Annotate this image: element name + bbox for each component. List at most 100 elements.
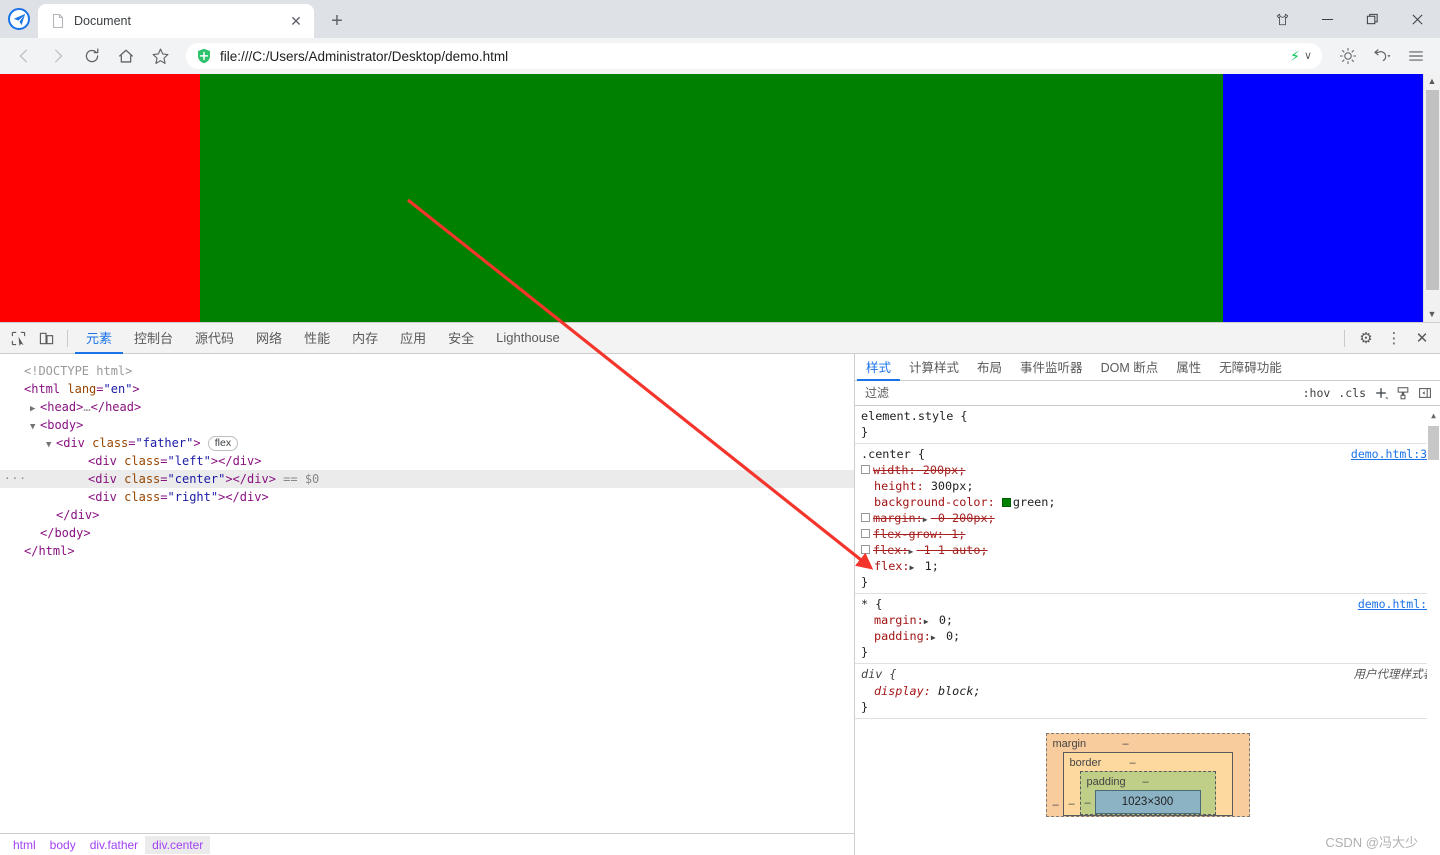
styles-scroll-thumb[interactable]: [1428, 426, 1439, 460]
css-selector[interactable]: * {: [861, 596, 882, 612]
css-selector[interactable]: div {: [861, 666, 897, 682]
devtools-tab-console[interactable]: 控制台: [123, 323, 184, 354]
css-declaration[interactable]: height: 300px;: [855, 478, 1440, 494]
bookmark-button[interactable]: [144, 41, 176, 71]
new-style-rule-button[interactable]: [1370, 382, 1392, 404]
declaration-value[interactable]: 200px;: [923, 463, 966, 477]
address-bar[interactable]: file:///C:/Users/Administrator/Desktop/d…: [186, 43, 1322, 69]
declaration-property[interactable]: flex-grow:: [873, 527, 944, 541]
devtools-tab-memory[interactable]: 内存: [341, 323, 389, 354]
css-declaration[interactable]: margin: ▶ 0;: [855, 612, 1440, 628]
styles-scrollbar[interactable]: ▲: [1427, 406, 1440, 855]
dom-node-badge-dots[interactable]: ···: [4, 470, 27, 488]
declaration-property[interactable]: flex:: [874, 559, 910, 573]
dom-node-line[interactable]: <div class="left"></div>: [0, 452, 854, 470]
declaration-property[interactable]: padding:: [874, 629, 931, 643]
breadcrumb-item[interactable]: div.center: [145, 835, 211, 854]
declaration-property[interactable]: height:: [874, 479, 924, 493]
styles-tab-properties[interactable]: 属性: [1167, 354, 1210, 381]
declaration-checkbox[interactable]: [861, 529, 870, 538]
element-classes-button[interactable]: [1392, 382, 1414, 404]
styles-filter-input[interactable]: [859, 382, 1295, 404]
minimize-button[interactable]: [1305, 3, 1350, 35]
devtools-tab-sources[interactable]: 源代码: [184, 323, 245, 354]
styles-tab-computed[interactable]: 计算样式: [900, 354, 968, 381]
declaration-value[interactable]: block;: [938, 684, 981, 698]
css-rules-list[interactable]: element.style {} .center {demo.html:33 wid…: [855, 406, 1440, 855]
breadcrumb-item[interactable]: body: [43, 836, 83, 854]
devtools-tab-application[interactable]: 应用: [389, 323, 437, 354]
dom-node-line[interactable]: </div>: [0, 506, 854, 524]
hov-toggle[interactable]: :hov: [1299, 386, 1335, 400]
declaration-property[interactable]: display:: [874, 684, 931, 698]
more-options-icon[interactable]: ⋮: [1380, 325, 1408, 351]
devtools-tab-elements[interactable]: 元素: [75, 323, 124, 354]
box-model-margin[interactable]: margin – – border – – padding – –1023×300: [1045, 733, 1250, 817]
styles-tab-event-listeners[interactable]: 事件监听器: [1011, 354, 1092, 381]
undo-history-button[interactable]: [1366, 41, 1398, 71]
declaration-checkbox[interactable]: [861, 513, 870, 522]
cls-toggle[interactable]: .cls: [1334, 386, 1370, 400]
styles-scroll-up[interactable]: ▲: [1427, 406, 1440, 426]
devtools-tab-performance[interactable]: 性能: [293, 323, 341, 354]
declaration-value[interactable]: 0;: [939, 613, 953, 627]
css-declaration[interactable]: background-color: green;: [855, 494, 1440, 510]
css-declaration[interactable]: flex: ▶ 1;: [855, 558, 1440, 574]
css-declaration[interactable]: width: 200px;: [855, 462, 1440, 478]
declaration-expand-icon[interactable]: ▶: [931, 630, 939, 646]
declaration-value[interactable]: 1 1 auto;: [924, 543, 988, 557]
inspect-element-icon[interactable]: [4, 325, 32, 351]
scrollbar-thumb[interactable]: [1425, 90, 1439, 290]
theme-shirt-icon[interactable]: [1260, 3, 1305, 35]
declaration-value[interactable]: 1;: [925, 559, 939, 573]
chevron-down-icon[interactable]: ∨: [1304, 50, 1312, 62]
dom-node-line[interactable]: </body>: [0, 524, 854, 542]
dom-node-line[interactable]: ▶ <head>…</head>: [0, 398, 854, 416]
box-model-content[interactable]: 1023×300: [1094, 790, 1201, 814]
declaration-property[interactable]: background-color:: [874, 495, 995, 509]
close-devtools-icon[interactable]: ✕: [1408, 325, 1436, 351]
box-model-border[interactable]: border – – padding – –1023×300: [1062, 752, 1233, 816]
breadcrumb-item[interactable]: html: [6, 836, 43, 854]
device-toolbar-icon[interactable]: [32, 325, 60, 351]
declaration-value[interactable]: 300px;: [931, 479, 974, 493]
css-declaration[interactable]: padding: ▶ 0;: [855, 628, 1440, 644]
settings-gear-icon[interactable]: ⚙: [1352, 325, 1380, 351]
reload-button[interactable]: [76, 41, 108, 71]
dom-node-line[interactable]: <!DOCTYPE html>: [0, 362, 854, 380]
declaration-property[interactable]: margin:: [873, 511, 923, 525]
breadcrumb-item[interactable]: div.father: [83, 836, 145, 854]
forward-button[interactable]: [42, 41, 74, 71]
declaration-expand-icon[interactable]: ▶: [910, 560, 918, 576]
dom-node-line[interactable]: ▼ <body>: [0, 416, 854, 434]
browser-menu-button[interactable]: [1400, 41, 1432, 71]
page-vertical-scrollbar[interactable]: ▲ ▼: [1423, 74, 1440, 322]
devtools-tab-network[interactable]: 网络: [245, 323, 293, 354]
css-declaration[interactable]: flex: ▶ 1 1 auto;: [855, 542, 1440, 558]
styles-tab-layout[interactable]: 布局: [968, 354, 1011, 381]
css-selector[interactable]: .center {: [861, 446, 925, 462]
home-button[interactable]: [110, 41, 142, 71]
declaration-checkbox[interactable]: [861, 545, 870, 554]
theme-sun-button[interactable]: [1332, 41, 1364, 71]
dom-node-line[interactable]: ··· <div class="center"></div> == $0: [0, 470, 854, 488]
tab-close-icon[interactable]: ✕: [286, 11, 306, 31]
dom-node-line[interactable]: </html>: [0, 542, 854, 560]
devtools-tab-security[interactable]: 安全: [437, 323, 485, 354]
box-model-padding[interactable]: padding – –1023×300: [1079, 771, 1216, 815]
declaration-value[interactable]: green;: [1013, 495, 1056, 509]
dom-tree[interactable]: <!DOCTYPE html> <html lang="en"> ▶ <head>…<…: [0, 354, 854, 833]
styles-tab-styles[interactable]: 样式: [857, 354, 901, 381]
back-button[interactable]: [8, 41, 40, 71]
declaration-value[interactable]: 0;: [946, 629, 960, 643]
declaration-value[interactable]: 0 200px;: [938, 511, 995, 525]
declaration-property[interactable]: flex:: [873, 543, 909, 557]
dom-node-line[interactable]: <html lang="en">: [0, 380, 854, 398]
scroll-up-arrow[interactable]: ▲: [1428, 74, 1437, 89]
declaration-checkbox[interactable]: [861, 465, 870, 474]
styles-tab-dom-breakpoints[interactable]: DOM 断点: [1092, 354, 1168, 381]
css-declaration[interactable]: flex-grow: 1;: [855, 526, 1440, 542]
flex-badge[interactable]: flex: [207, 436, 239, 451]
css-rule-origin[interactable]: demo.html:9: [1346, 596, 1434, 612]
browser-tab[interactable]: Document ✕: [38, 4, 314, 38]
